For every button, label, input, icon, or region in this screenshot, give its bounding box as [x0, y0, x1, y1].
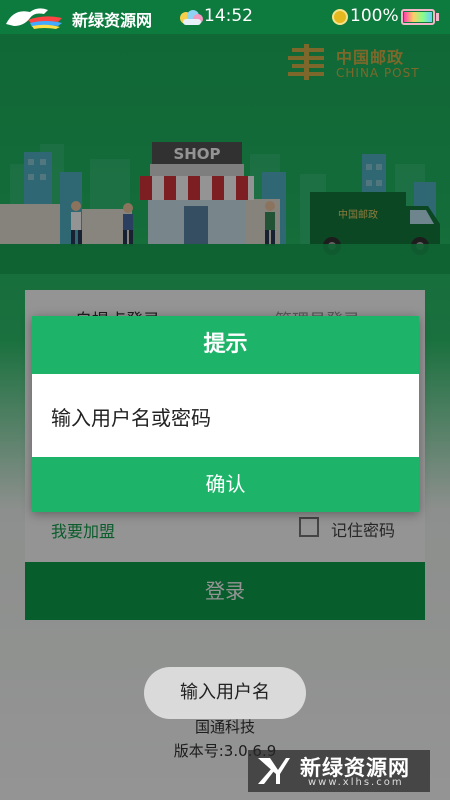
status-bar: 新绿资源网 14:52 100%: [0, 0, 450, 34]
signal-icon: [332, 9, 348, 25]
battery-icon: [401, 9, 435, 25]
dialog-message: 输入用户名或密码: [51, 406, 211, 430]
toast-message: 输入用户名: [144, 667, 306, 719]
watermark-url: www.xlhs.com: [308, 777, 404, 788]
watermark-logo-icon: [258, 758, 290, 784]
dialog-title: 提示: [32, 316, 419, 374]
battery-percent: 100%: [350, 6, 399, 26]
horse-logo-icon: [6, 8, 62, 29]
status-time: 14:52: [204, 6, 253, 26]
watermark: 新绿资源网 www.xlhs.com: [248, 750, 430, 792]
dialog-confirm-button[interactable]: 确认: [32, 457, 419, 512]
alert-dialog: 提示 输入用户名或密码 确认: [32, 316, 419, 512]
weather-icon: [180, 10, 203, 25]
battery-fill: [404, 12, 432, 22]
status-app-name: 新绿资源网: [72, 11, 153, 30]
battery-tip: [436, 13, 439, 21]
